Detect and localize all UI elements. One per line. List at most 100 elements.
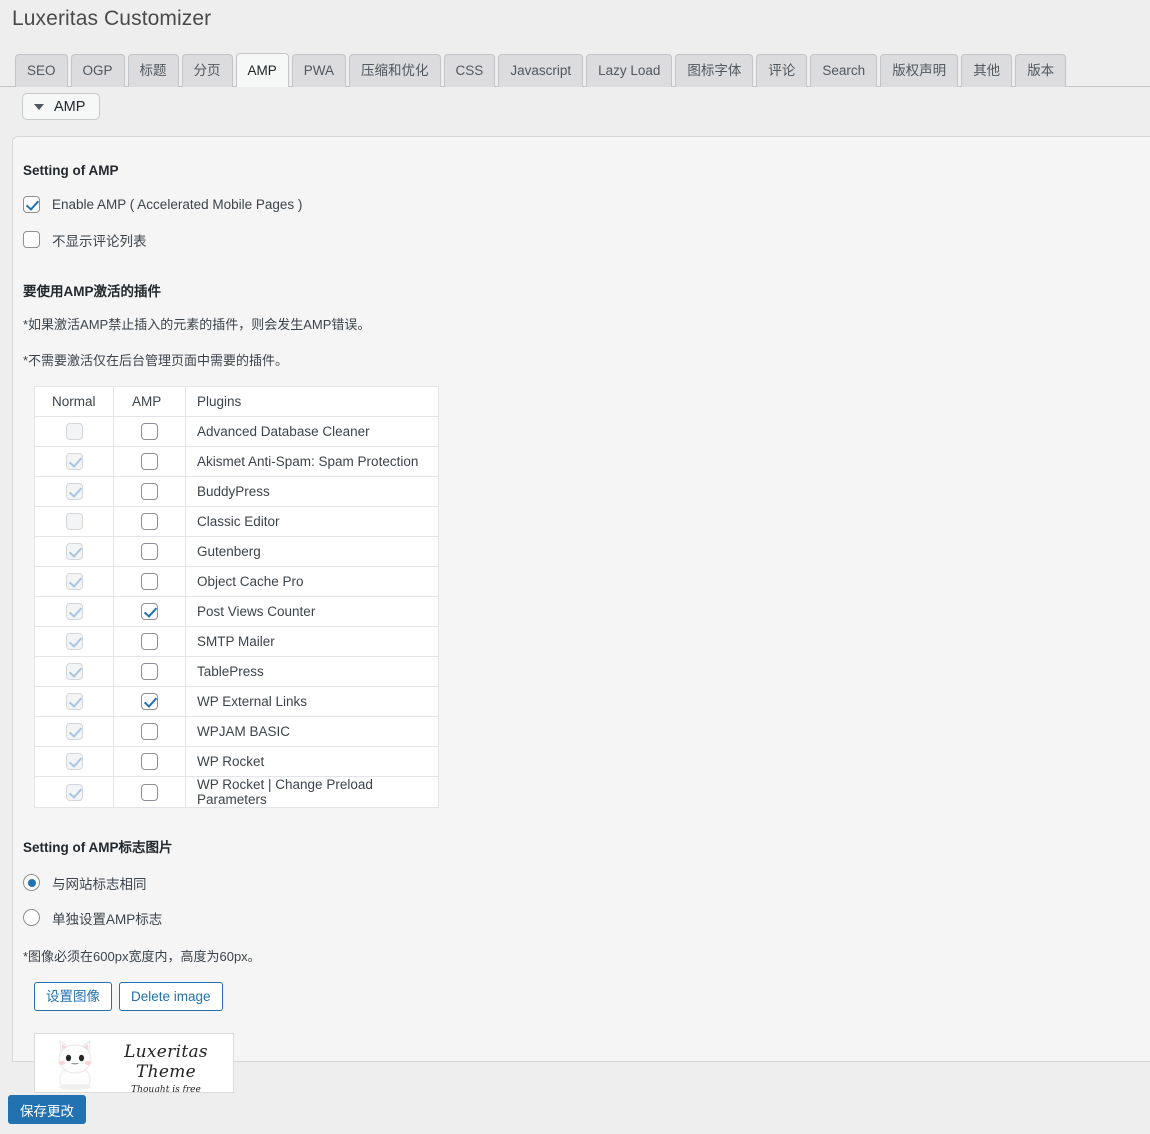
plugin-name: WP Rocket: [185, 746, 439, 777]
page-title: Luxeritas Customizer: [12, 7, 212, 30]
logo-radio-button[interactable]: [23, 909, 40, 926]
normal-checkbox: [65, 483, 83, 500]
plugin-name: Akismet Anti-Spam: Spam Protection: [185, 446, 439, 477]
plugin-name: Advanced Database Cleaner: [185, 416, 439, 447]
tab-seo[interactable]: SEO: [15, 54, 68, 87]
amp-cell: [113, 536, 186, 567]
tab-分页[interactable]: 分页: [181, 54, 233, 87]
amp-checkbox[interactable]: [141, 453, 158, 470]
tab-amp[interactable]: AMP: [235, 53, 289, 87]
plugin-name: WPJAM BASIC: [185, 716, 439, 747]
amp-checkbox[interactable]: [141, 423, 158, 440]
table-row: Akismet Anti-Spam: Spam Protection: [34, 446, 439, 477]
amp-cell: [113, 776, 186, 808]
save-changes-button[interactable]: 保存更改: [8, 1095, 86, 1124]
normal-cell: [34, 776, 114, 808]
amp-option-row: Enable AMP ( Accelerated Mobile Pages ): [23, 192, 1130, 217]
amp-checkbox[interactable]: [141, 663, 158, 680]
plugins-heading: 要使用AMP激活的插件: [23, 284, 161, 299]
amp-cell: [113, 566, 186, 597]
amp-cell: [113, 506, 186, 537]
amp-cell: [113, 596, 186, 627]
normal-checkbox: [65, 573, 83, 590]
normal-checkbox: [65, 753, 83, 770]
table-row: WP Rocket: [34, 746, 439, 777]
amp-cell: [113, 746, 186, 777]
logo-radio-label: 单独设置AMP标志: [52, 911, 163, 927]
tab-版权声明[interactable]: 版权声明: [880, 54, 959, 87]
logo-button-row: 设置图像 Delete image: [34, 982, 1130, 1011]
table-row: WPJAM BASIC: [34, 716, 439, 747]
column-header-normal: Normal: [34, 386, 114, 417]
amp-cell: [113, 626, 186, 657]
normal-cell: [34, 716, 114, 747]
column-header-amp: AMP: [113, 386, 186, 417]
plugin-name: TablePress: [185, 656, 439, 687]
tab-lazy-load[interactable]: Lazy Load: [586, 54, 673, 87]
normal-checkbox: [65, 543, 83, 560]
table-row: Advanced Database Cleaner: [34, 416, 439, 447]
tab-图标字体[interactable]: 图标字体: [675, 54, 754, 87]
plugin-name: BuddyPress: [185, 476, 439, 507]
amp-checkbox[interactable]: [141, 723, 158, 740]
table-row: WP Rocket | Change Preload Parameters: [34, 776, 439, 808]
accordion-label: AMP: [54, 98, 86, 115]
logo-radio-group: 与网站标志相同 单独设置AMP标志: [23, 870, 1130, 930]
normal-checkbox: [65, 633, 83, 650]
amp-checkbox[interactable]: [141, 693, 158, 710]
normal-checkbox: [65, 513, 83, 530]
tab-css[interactable]: CSS: [443, 54, 496, 87]
normal-checkbox: [65, 693, 83, 710]
plugins-table: Normal AMP Plugins Advanced Database Cle…: [34, 386, 439, 808]
normal-checkbox: [65, 603, 83, 620]
amp-checkbox[interactable]: [141, 783, 158, 801]
amp-checkbox[interactable]: [141, 573, 158, 590]
tab-压缩和优化[interactable]: 压缩和优化: [349, 54, 441, 87]
normal-checkbox: [65, 723, 83, 740]
table-row: Gutenberg: [34, 536, 439, 567]
plugin-name: Post Views Counter: [185, 596, 439, 627]
delete-image-button[interactable]: Delete image: [119, 982, 223, 1011]
amp-checkbox[interactable]: [141, 543, 158, 560]
accordion-header-wrap: AMP: [0, 93, 1150, 120]
normal-checkbox: [65, 663, 83, 680]
normal-cell: [34, 446, 114, 477]
amp-option-checkbox[interactable]: [23, 231, 40, 248]
amp-checkbox[interactable]: [141, 633, 158, 650]
amp-checkbox[interactable]: [141, 513, 158, 530]
amp-checkbox[interactable]: [141, 483, 158, 500]
normal-checkbox: [65, 453, 83, 470]
accordion-toggle-amp[interactable]: AMP: [22, 93, 101, 120]
amp-cell: [113, 716, 186, 747]
tab-pwa[interactable]: PWA: [291, 54, 347, 87]
chevron-down-icon: [34, 103, 44, 110]
tab-标题[interactable]: 标题: [127, 54, 179, 87]
amp-cell: [113, 476, 186, 507]
amp-cell: [113, 416, 186, 447]
plugin-name: WP External Links: [185, 686, 439, 717]
logo-preview-image: Luxeritas Theme Thought is free: [34, 1033, 234, 1093]
plugin-name: WP Rocket | Change Preload Parameters: [185, 776, 439, 808]
normal-cell: [34, 506, 114, 537]
amp-settings-heading: Setting of AMP: [23, 163, 119, 178]
table-row: BuddyPress: [34, 476, 439, 507]
tab-评论[interactable]: 评论: [756, 54, 808, 87]
column-header-plugins: Plugins: [185, 386, 439, 417]
plugin-name: Gutenberg: [185, 536, 439, 567]
logo-note: *图像必须在600px宽度内，高度为60px。: [23, 949, 261, 964]
tab-javascript[interactable]: Javascript: [498, 54, 584, 87]
set-image-button[interactable]: 设置图像: [34, 982, 112, 1011]
plugins-table-body: Advanced Database Cleaner Akismet Anti-Sp…: [34, 416, 439, 808]
amp-checkbox[interactable]: [141, 753, 158, 770]
table-row: TablePress: [34, 656, 439, 687]
logo-radio-button[interactable]: [23, 874, 40, 891]
tab-ogp[interactable]: OGP: [70, 54, 125, 87]
table-header-row: Normal AMP Plugins: [34, 386, 439, 417]
tab-版本[interactable]: 版本: [1015, 54, 1067, 87]
amp-option-checkbox[interactable]: [23, 196, 40, 213]
amp-checkbox[interactable]: [141, 603, 158, 620]
normal-cell: [34, 626, 114, 657]
normal-cell: [34, 686, 114, 717]
tab-其他[interactable]: 其他: [961, 54, 1013, 87]
tab-search[interactable]: Search: [810, 54, 878, 87]
